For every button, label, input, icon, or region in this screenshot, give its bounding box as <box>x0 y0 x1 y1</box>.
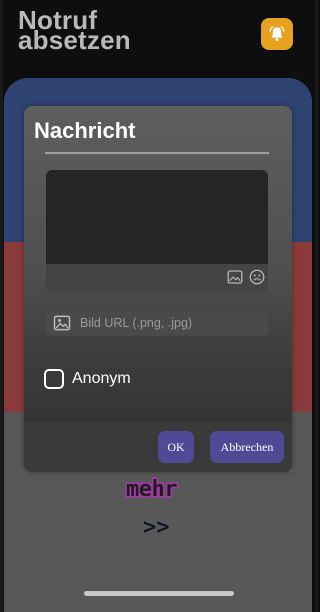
ok-button[interactable]: OK <box>158 431 194 463</box>
page-title: Notruf absetzen <box>18 7 131 55</box>
alarm-button[interactable] <box>261 18 293 50</box>
page-title-line2: absetzen <box>18 25 131 55</box>
message-textarea[interactable] <box>46 170 268 264</box>
more-link[interactable]: mehr <box>126 477 177 502</box>
image-url-input[interactable] <box>78 315 262 331</box>
dialog-footer: OK Abbrechen <box>24 422 292 472</box>
title-divider <box>45 152 269 154</box>
image-url-icon <box>53 315 71 331</box>
next-arrow-button[interactable]: >> <box>143 515 170 540</box>
home-indicator[interactable] <box>84 591 234 596</box>
message-toolbar <box>46 264 268 292</box>
anonymous-label: Anonym <box>72 370 131 387</box>
bell-alarm-icon <box>269 26 285 41</box>
dialog-title: Nachricht <box>34 118 136 143</box>
anonymous-option[interactable]: Anonym <box>44 369 131 389</box>
message-dialog: Nachricht Anonym OK Abbrechen <box>24 106 292 472</box>
image-url-field[interactable] <box>46 310 268 336</box>
emoji-icon[interactable] <box>248 268 266 286</box>
cancel-button[interactable]: Abbrechen <box>210 431 284 463</box>
anonymous-checkbox[interactable] <box>44 369 64 389</box>
image-icon[interactable] <box>226 268 244 286</box>
